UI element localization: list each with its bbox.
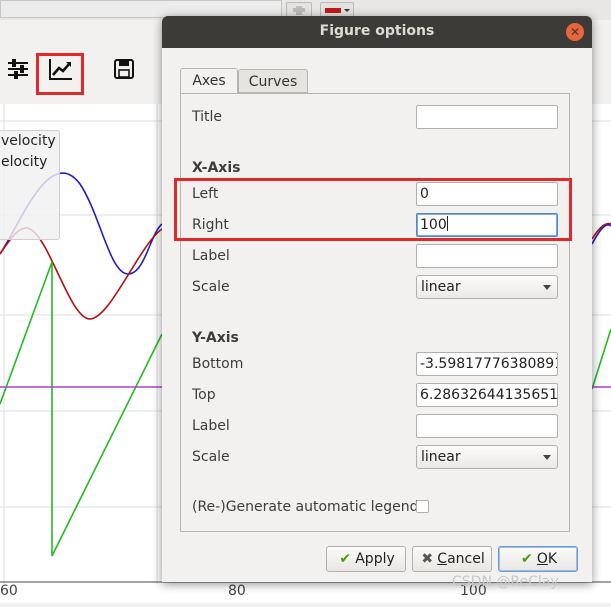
y-axis-heading: Y-Axis <box>192 330 239 346</box>
checkmark-icon: ✔ <box>339 551 352 567</box>
x-axis-highlight-box <box>174 178 572 241</box>
x-label-input[interactable] <box>416 244 558 268</box>
chevron-down-icon <box>543 285 551 290</box>
ok-button-label: OK <box>536 551 558 567</box>
x-axis-heading: X-Axis <box>192 160 241 176</box>
y-scale-value: linear <box>421 449 461 465</box>
dialog-titlebar[interactable]: Figure options ✕ <box>162 16 592 48</box>
toolbar-highlight-box <box>36 53 84 95</box>
tab-label: Axes <box>192 73 226 89</box>
title-input[interactable] <box>416 105 558 129</box>
figure-options-dialog: Figure options ✕ Axes Curves Title X-Axi… <box>162 16 592 582</box>
generate-legend-label: (Re-)Generate automatic legend <box>192 499 419 515</box>
tab-axes[interactable]: Axes <box>180 68 238 95</box>
y-top-label: Top <box>192 387 216 403</box>
legend-entry: velocity <box>1 133 56 149</box>
cancel-icon: ✖ <box>421 551 434 567</box>
configure-subplots-button[interactable] <box>3 54 33 84</box>
green-series-line-right <box>591 328 611 390</box>
red-series-line <box>0 227 163 320</box>
green-series-line <box>0 261 163 557</box>
red-series-line-right <box>591 222 611 240</box>
dialog-title: Figure options <box>319 23 435 39</box>
chevron-down-icon <box>543 455 551 460</box>
x-label-label: Label <box>192 248 230 264</box>
generate-legend-checkbox[interactable] <box>416 500 429 513</box>
ok-button[interactable]: ✔ OK <box>498 546 578 572</box>
save-figure-button[interactable] <box>109 54 139 84</box>
x-scale-value: linear <box>421 279 461 295</box>
configure-subplots-icon <box>8 59 28 79</box>
y-bottom-input[interactable]: -3.5981777638089107 <box>416 352 558 376</box>
x-scale-label: Scale <box>192 279 230 295</box>
plus-icon <box>293 6 305 15</box>
checkmark-icon: ✔ <box>521 551 533 567</box>
tab-label: Curves <box>248 74 298 90</box>
y-top-input[interactable]: 6.286326441356513 <box>416 383 558 407</box>
x-tick-label: 60 <box>0 583 18 599</box>
cancel-button[interactable]: ✖ Cancel <box>412 546 492 572</box>
plot-legend: velocity elocity <box>0 130 60 240</box>
y-label-label: Label <box>192 418 230 434</box>
watermark-text: CSDN @ReClay <box>452 574 559 590</box>
apply-button-label: Apply <box>355 551 395 567</box>
cancel-button-label: Cancel <box>437 551 485 567</box>
y-scale-label: Scale <box>192 449 230 465</box>
y-scale-select[interactable]: linear <box>416 445 558 469</box>
tab-curves[interactable]: Curves <box>238 69 308 93</box>
apply-button[interactable]: ✔ Apply <box>326 546 406 572</box>
y-label-input[interactable] <box>416 414 558 438</box>
close-button[interactable]: ✕ <box>566 23 584 41</box>
close-icon: ✕ <box>569 25 581 39</box>
title-label: Title <box>192 109 223 125</box>
legend-entry: elocity <box>1 154 48 170</box>
save-icon <box>114 59 134 79</box>
color-swatch-icon <box>325 8 350 13</box>
x-scale-select[interactable]: linear <box>416 275 558 299</box>
y-bottom-label: Bottom <box>192 356 244 372</box>
x-tick-label: 80 <box>228 583 246 599</box>
